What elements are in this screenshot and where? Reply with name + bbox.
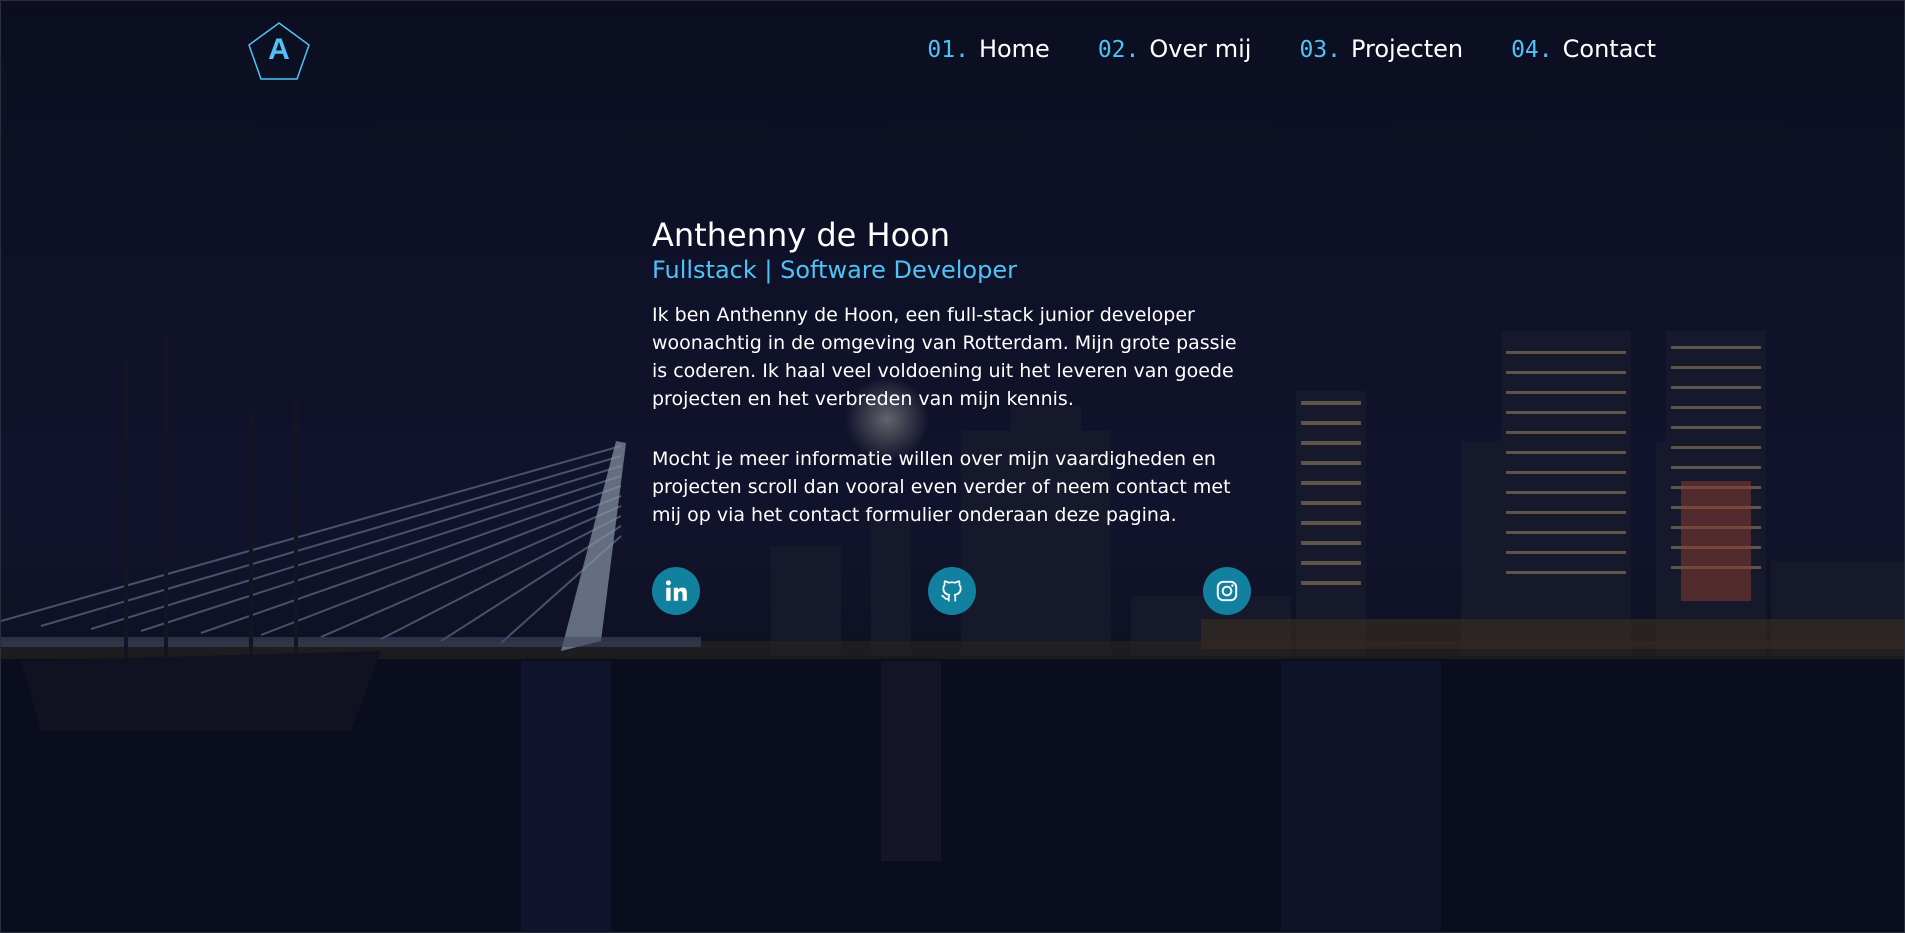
nav-label: Over mij [1149,35,1252,63]
nav-label: Home [978,35,1050,63]
nav-number: 03. [1299,37,1341,63]
instagram-button[interactable] [1203,567,1251,615]
nav-label: Projecten [1350,35,1464,63]
linkedin-button[interactable] [652,567,700,615]
hero-role: Fullstack | Software Developer [652,256,1017,284]
nav-item-home[interactable]: 01. Home [927,35,1049,63]
hero-name: Anthenny de Hoon [652,216,951,254]
main-nav: 01. Home 02. Over mij 03. Projecten 04. … [927,35,1656,63]
nav-number: 02. [1097,37,1140,63]
logo-letter: A [268,33,290,66]
nav-item-over-mij[interactable]: 02. Over mij [1098,35,1252,63]
social-links [652,567,1252,617]
logo[interactable]: A [247,21,311,81]
github-icon [941,580,962,602]
linkedin-icon [665,580,687,601]
page: A 01. Home 02. Over mij 03. Projecten 04… [0,0,1905,933]
hero-section: Anthenny de Hoon Fullstack | Software De… [652,215,1272,561]
github-button[interactable] [928,567,976,615]
nav-number: 04. [1511,37,1553,63]
instagram-icon [1216,580,1238,602]
nav-item-contact[interactable]: 04. Contact [1511,35,1656,63]
hero-intro-paragraph: Ik ben Anthenny de Hoon, een full-stack … [652,304,1237,410]
nav-label: Contact [1562,35,1656,63]
nav-number: 01. [927,37,969,63]
nav-item-projecten[interactable]: 03. Projecten [1299,35,1463,63]
hero-contact-paragraph: Mocht je meer informatie willen over mij… [652,448,1231,526]
